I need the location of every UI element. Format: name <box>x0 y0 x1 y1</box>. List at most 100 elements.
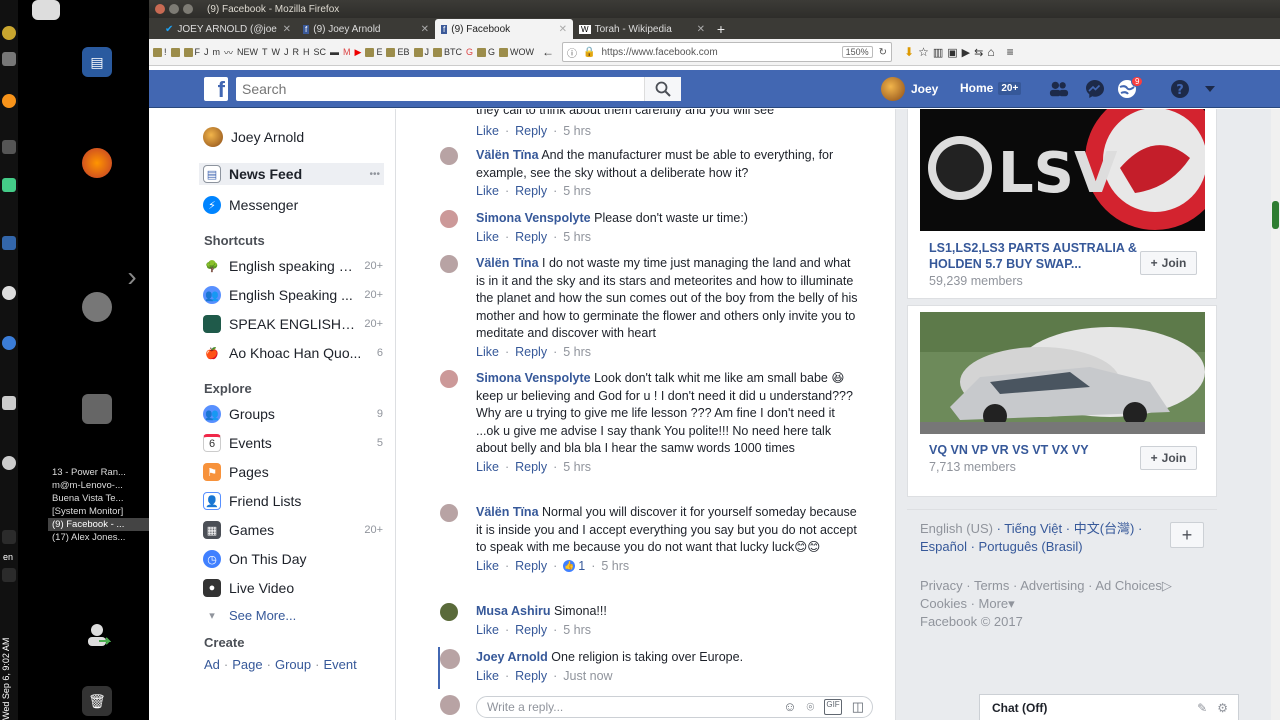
comment-time[interactable]: 5 hrs <box>563 230 591 244</box>
create-ad-link[interactable]: Ad <box>204 657 220 672</box>
commenter-name[interactable]: Välën Tïna <box>476 505 539 519</box>
commenter-name[interactable]: Simona Venspolyte <box>476 211 591 225</box>
bookmark-item[interactable]: W <box>272 47 281 57</box>
launcher-icon[interactable] <box>32 0 60 20</box>
settings-tray-icon[interactable] <box>2 456 16 470</box>
like-link[interactable]: Like <box>476 345 499 359</box>
bookmark-item[interactable]: ▶ <box>355 47 362 58</box>
chromium-tray-icon[interactable] <box>2 336 16 350</box>
advertising-link[interactable]: Advertising <box>1020 578 1084 593</box>
like-count[interactable]: 👍 1 <box>563 559 585 573</box>
see-more-link[interactable]: ▾ See More... <box>203 606 383 624</box>
scrollbar-thumb[interactable] <box>1272 201 1279 229</box>
home-icon[interactable]: ⌂ <box>987 45 994 59</box>
join-group-button[interactable]: + Join <box>1140 446 1197 470</box>
bookmark-item[interactable]: SC <box>314 47 327 57</box>
create-event-link[interactable]: Event <box>323 657 356 672</box>
terms-link[interactable]: Terms <box>974 578 1009 593</box>
add-language-button[interactable]: + <box>1170 522 1204 548</box>
user-icon[interactable] <box>82 620 112 650</box>
volume-icon[interactable] <box>2 568 16 582</box>
bookmark-item[interactable]: NEW <box>237 47 258 57</box>
language-link[interactable]: Tiếng Việt <box>1004 521 1062 536</box>
gear-icon[interactable]: ⚙ <box>1217 701 1228 715</box>
sync-icon[interactable]: ⇆ <box>974 46 983 59</box>
reply-link[interactable]: Reply <box>515 124 547 138</box>
comment-time[interactable]: 5 hrs <box>563 184 591 198</box>
nav-item-live-video[interactable]: ● Live Video <box>203 579 383 597</box>
browser-tab[interactable]: ✔ JOEY ARNOLD (@joe ✕ <box>159 19 297 39</box>
print-tray-icon[interactable] <box>2 396 16 410</box>
reload-icon[interactable]: ↻ <box>879 47 887 58</box>
file-cabinet-icon[interactable] <box>82 394 112 424</box>
browser-tab[interactable]: f (9) Joey Arnold ✕ <box>297 19 435 39</box>
nav-item-groups[interactable]: 👥 Groups 9 <box>203 405 383 423</box>
bookmark-item[interactable]: J <box>284 47 289 57</box>
nav-item-friend-lists[interactable]: 👤 Friend Lists <box>203 492 383 510</box>
like-link[interactable]: Like <box>476 230 499 244</box>
browser-tab-active[interactable]: f (9) Facebook ✕ <box>435 19 573 39</box>
back-button[interactable]: ← <box>542 45 554 59</box>
close-tab-icon[interactable]: ✕ <box>421 24 429 35</box>
bookmark-item[interactable]: m <box>213 47 221 57</box>
bookmark-item[interactable] <box>170 47 180 57</box>
help-icon[interactable]: ? <box>1170 79 1190 99</box>
bookmark-item[interactable]: R <box>293 47 300 57</box>
bookmark-item[interactable]: F <box>183 47 200 57</box>
language-link[interactable]: Português (Brasil) <box>979 539 1083 554</box>
bookmark-item[interactable]: WOW <box>499 47 534 57</box>
reply-link[interactable]: Reply <box>515 623 547 637</box>
nav-item-shortcut[interactable]: 🌳 English speaking g... 20+ <box>203 257 383 275</box>
emoji-icon[interactable]: ☺ <box>783 699 796 715</box>
comment-time[interactable]: Just now <box>563 669 612 683</box>
nav-item-on-this-day[interactable]: ◷ On This Day <box>203 550 383 568</box>
bookmark-item[interactable]: T <box>262 47 268 57</box>
compose-icon[interactable]: ✎ <box>1197 701 1207 715</box>
chevron-right-icon[interactable]: › <box>122 261 142 292</box>
trash-icon[interactable]: 🗑 <box>82 686 112 716</box>
create-group-link[interactable]: Group <box>275 657 311 672</box>
bookmark-item[interactable]: EB <box>386 47 410 57</box>
sticker-icon[interactable]: ◫ <box>852 699 864 715</box>
comment-time[interactable]: 5 hrs <box>563 460 591 474</box>
home-link[interactable]: Home 20+ <box>960 81 1022 95</box>
comment-time[interactable]: 5 hrs <box>601 559 629 573</box>
reply-link[interactable]: Reply <box>515 230 547 244</box>
download-icon[interactable]: ⬇ <box>904 45 914 59</box>
new-tab-button[interactable]: + <box>711 19 731 39</box>
more-options-icon[interactable]: ••• <box>369 169 380 180</box>
bookmark-item[interactable]: ! <box>153 47 167 57</box>
group-cover-image[interactable]: LSV <box>920 109 1205 231</box>
maximize-window-button[interactable] <box>183 4 193 14</box>
info-icon[interactable]: ⓘ <box>567 45 577 60</box>
more-link[interactable]: More <box>979 596 1009 611</box>
reply-input[interactable]: Write a reply... ☺ ⌾ GIF ◫ <box>476 696 873 718</box>
nav-item-news-feed[interactable]: ▤ News Feed ••• <box>199 163 384 185</box>
ad-choices-link[interactable]: Ad Choices <box>1095 578 1161 593</box>
like-link[interactable]: Like <box>476 669 499 683</box>
commenter-name[interactable]: Joey Arnold <box>476 650 548 664</box>
close-window-button[interactable] <box>155 4 165 14</box>
bitcoin-price-icon[interactable] <box>2 94 16 108</box>
like-link[interactable]: Like <box>476 559 499 573</box>
bookmark-item[interactable]: E <box>365 47 382 57</box>
ubuntu-icon[interactable] <box>82 292 112 322</box>
bookmark-item[interactable]: BTC <box>433 47 462 57</box>
search-input[interactable] <box>236 77 681 101</box>
chat-sidebar-toggle[interactable]: Chat (Off) ✎ ⚙ <box>979 694 1239 720</box>
commenter-name[interactable]: Välën Tïna <box>476 256 539 270</box>
like-link[interactable]: Like <box>476 460 499 474</box>
language-link[interactable]: Español <box>920 539 967 554</box>
clipboard-tray-icon[interactable] <box>2 52 16 66</box>
comment-time[interactable]: 5 hrs <box>563 623 591 637</box>
bookmark-item[interactable]: G <box>477 47 495 57</box>
nav-item-profile[interactable]: Joey Arnold <box>203 127 383 147</box>
app-tray-icon[interactable] <box>2 286 16 300</box>
commenter-name[interactable]: Simona Venspolyte <box>476 371 591 385</box>
document-icon[interactable]: ▤ <box>82 47 112 77</box>
facebook-logo-icon[interactable]: f <box>204 77 228 101</box>
nav-item-pages[interactable]: ⚑ Pages <box>203 463 383 481</box>
group-name-link[interactable]: LS1,LS2,LS3 PARTS AUSTRALIA & HOLDEN 5.7… <box>929 240 1139 272</box>
bitcoin-tray-icon[interactable] <box>2 26 16 40</box>
nav-item-messenger[interactable]: ⚡ Messenger <box>203 196 383 214</box>
